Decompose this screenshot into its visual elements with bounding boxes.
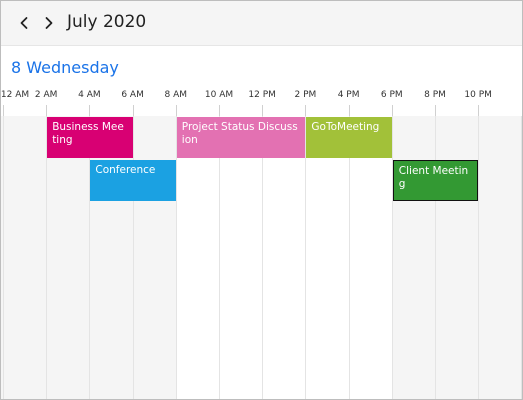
hour-gridline (348, 116, 350, 399)
appointment[interactable]: Project Status Discussion (176, 117, 306, 158)
chevron-right-icon (45, 17, 53, 29)
appointment[interactable]: Conference (90, 160, 176, 201)
hour-gridline (3, 116, 4, 399)
hour-gridline (175, 116, 177, 399)
time-tick (262, 105, 264, 116)
time-label: 8 AM (164, 90, 188, 100)
time-tick (3, 105, 4, 116)
appointment[interactable]: GoToMeeting (306, 117, 392, 158)
previous-button[interactable] (13, 12, 35, 34)
time-tick (478, 105, 480, 116)
hour-gridline (435, 116, 436, 399)
time-ruler: 12 AM 2 AM 4 AM 6 AM 8 AM 10 AM 12 PM 2 PM 4 PM 6… (1, 88, 522, 117)
hour-gridline (46, 116, 48, 399)
time-tick (391, 105, 393, 116)
time-tick (89, 105, 91, 116)
hour-gridline (305, 116, 307, 399)
hour-gridline (132, 116, 134, 399)
next-button[interactable] (38, 12, 60, 34)
hour-gridline (262, 116, 264, 399)
hour-gridline (391, 116, 393, 399)
time-tick (305, 105, 307, 116)
scheduler-header: July 2020 (1, 1, 522, 46)
scheduler: July 2020 8 Wednesday 12 AM 2 AM 4 AM 6 AM 8… (0, 0, 523, 400)
month-title[interactable]: July 2020 (67, 12, 146, 32)
time-label: 2 AM (34, 90, 58, 100)
hour-gridline (521, 116, 522, 399)
time-label: 8 PM (424, 90, 446, 100)
time-label: 6 AM (121, 90, 144, 100)
work-hours-band (175, 116, 392, 399)
time-tick (132, 105, 134, 116)
time-tick (175, 105, 177, 116)
chevron-left-icon (20, 17, 28, 29)
appointment[interactable]: Client Meeting (392, 160, 479, 201)
time-tick (435, 105, 436, 116)
time-label: 4 AM (78, 90, 101, 100)
time-tick (348, 105, 350, 116)
hour-gridline (219, 116, 220, 399)
time-label: 10 PM (464, 90, 492, 100)
day-label[interactable]: 8 Wednesday (11, 58, 119, 77)
time-label: 12 PM (248, 90, 276, 100)
time-tick (219, 105, 220, 116)
time-label: 12 AM (0, 90, 30, 100)
day-header: 8 Wednesday (1, 46, 522, 88)
time-label: 2 PM (294, 90, 317, 100)
timeline-grid[interactable]: Business Meeting Conference Project Status… (1, 116, 522, 399)
appointment[interactable]: Business Meeting (47, 117, 133, 158)
time-label: 6 PM (380, 90, 403, 100)
time-label: 10 AM (204, 90, 234, 100)
time-label: 4 PM (337, 90, 360, 100)
time-tick (46, 105, 48, 116)
hour-gridline (478, 116, 480, 399)
hour-gridline (89, 116, 91, 399)
